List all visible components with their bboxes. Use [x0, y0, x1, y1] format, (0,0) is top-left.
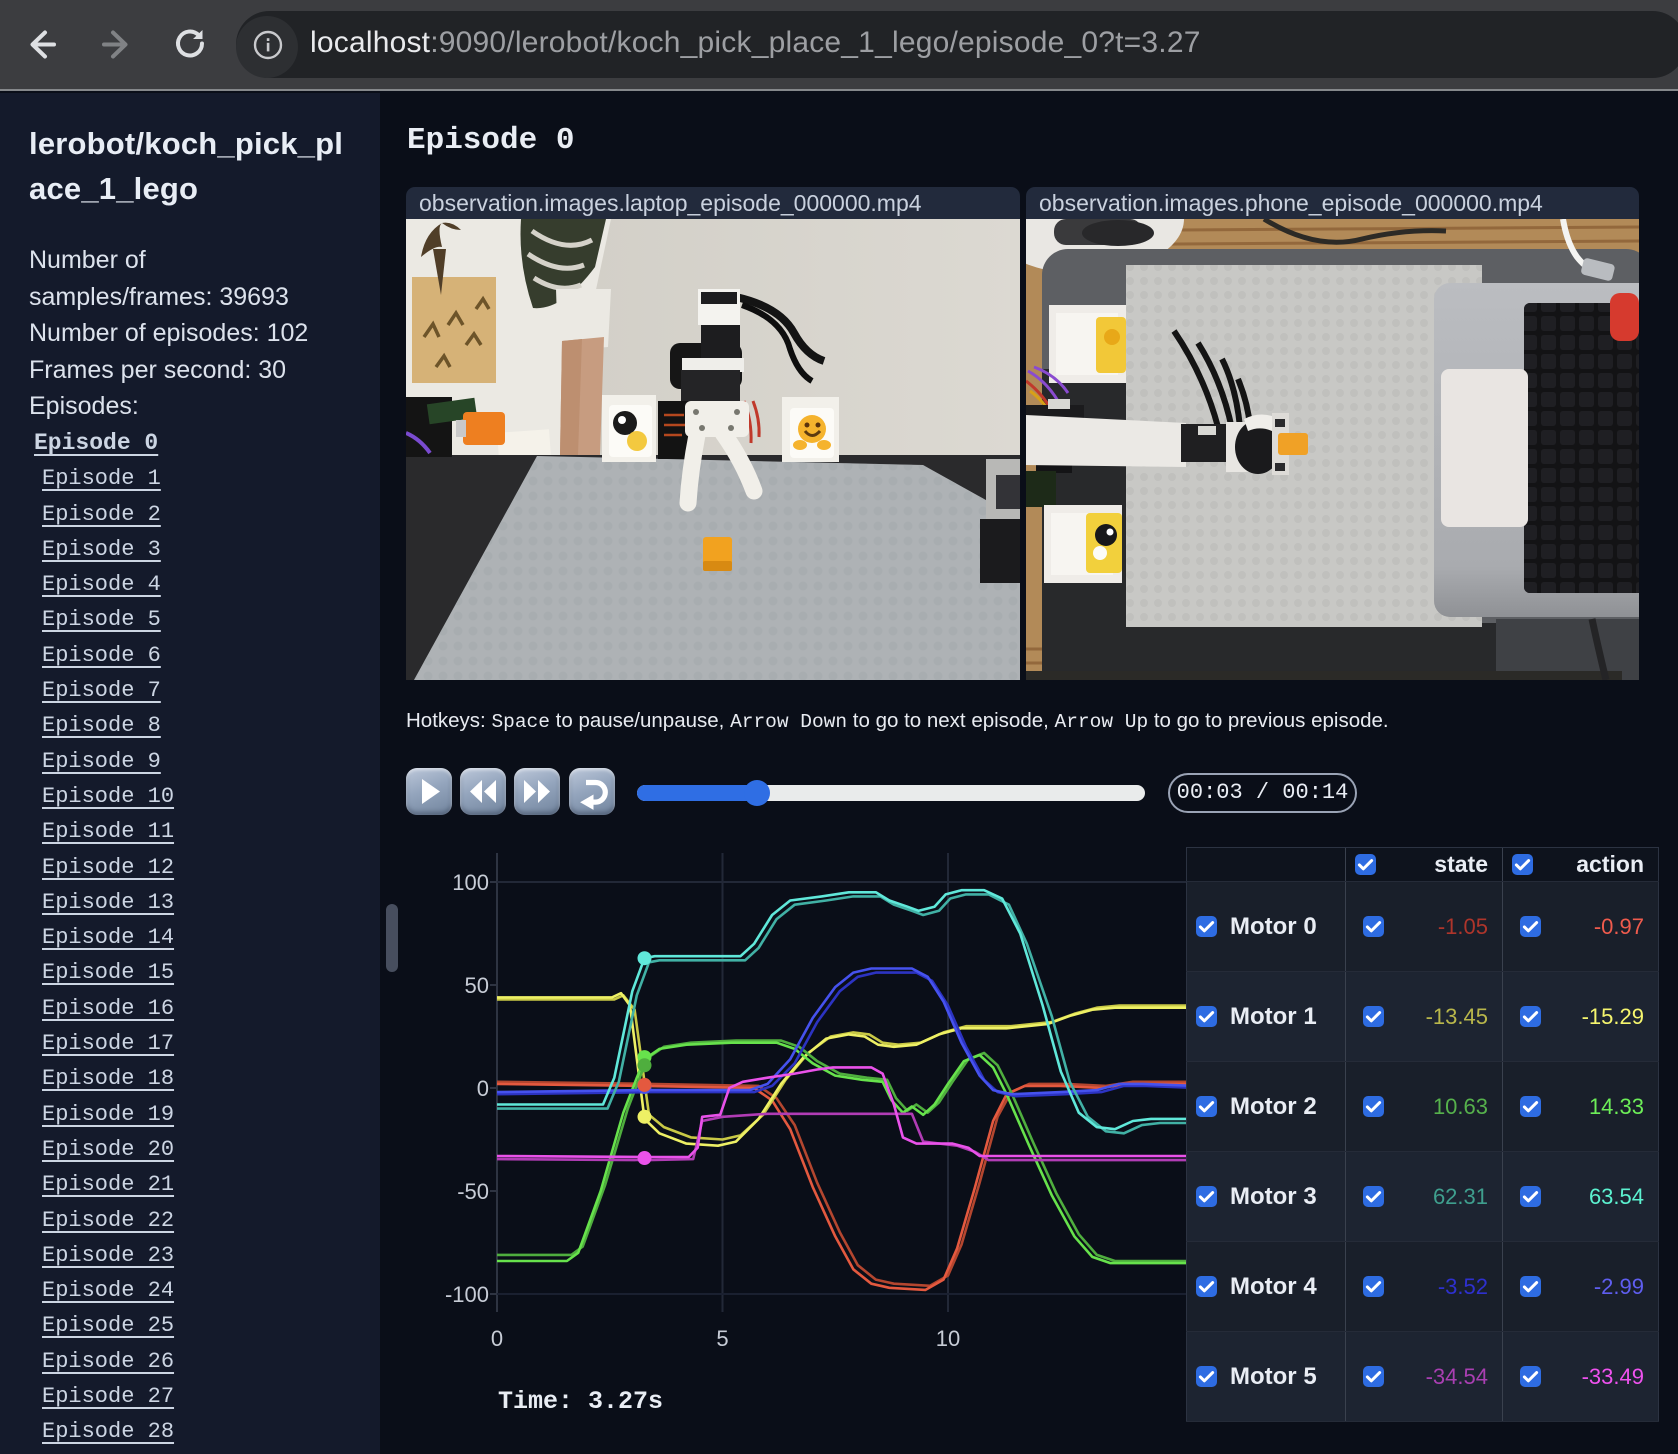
svg-text:10: 10 [936, 1326, 960, 1351]
svg-text:100: 100 [452, 870, 489, 895]
svg-text:0: 0 [477, 1076, 489, 1101]
svg-text:5: 5 [716, 1326, 728, 1351]
svg-text:Time: 3.27s: Time: 3.27s [498, 1387, 663, 1416]
svg-text:0: 0 [491, 1326, 503, 1351]
svg-text:-100: -100 [445, 1282, 489, 1307]
svg-text:50: 50 [465, 973, 489, 998]
svg-text:-50: -50 [457, 1179, 489, 1204]
